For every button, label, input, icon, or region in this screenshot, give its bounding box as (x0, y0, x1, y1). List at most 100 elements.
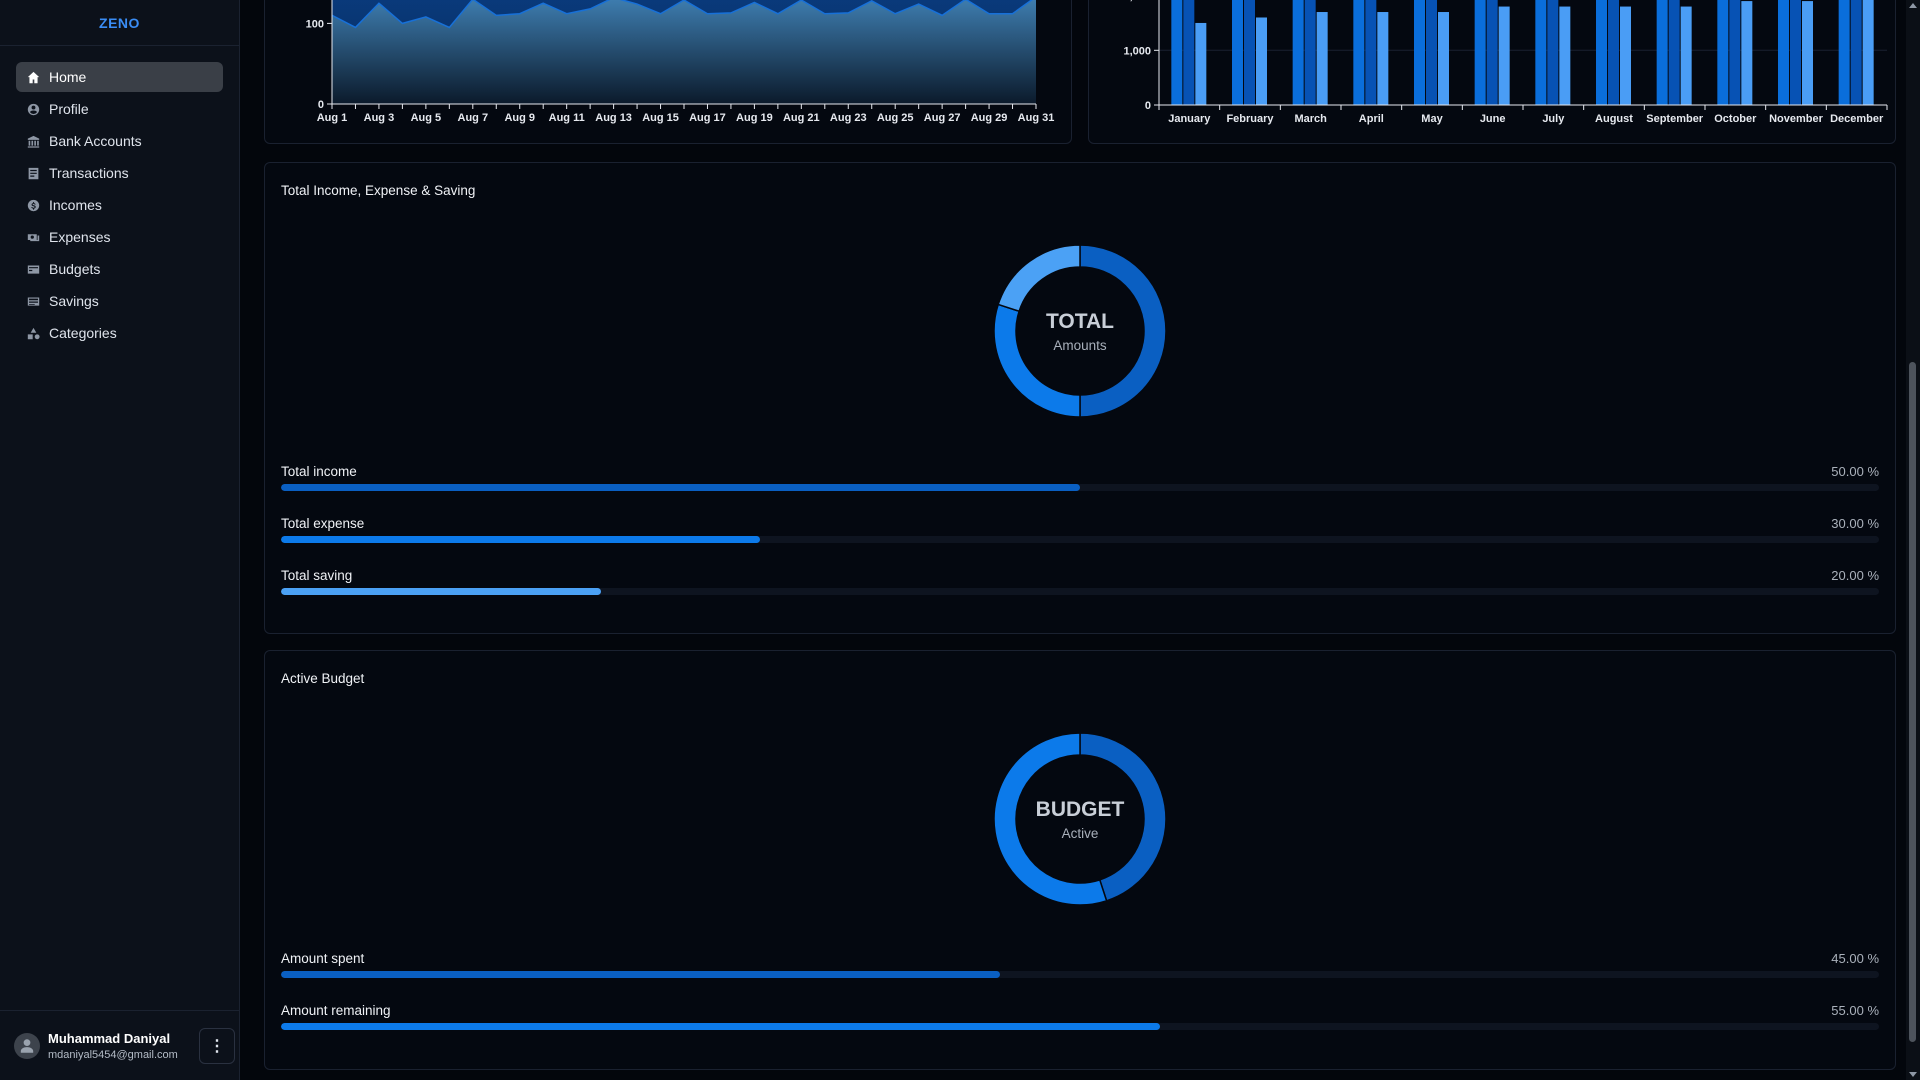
bar-march-s2 (1316, 12, 1328, 105)
sidebar-item-budgets[interactable]: Budgets (16, 254, 223, 284)
bar-may-s2 (1438, 12, 1449, 105)
bank-icon (25, 133, 41, 149)
sidebar-item-home[interactable]: Home (16, 62, 223, 92)
x-tick-label: Aug 21 (783, 112, 820, 124)
scroll-down-arrow-icon[interactable] (1909, 1072, 1917, 1077)
x-tick-label: Aug 5 (411, 112, 442, 124)
sidebar-nav: Home Profile Bank Accounts Transactions … (0, 46, 239, 348)
sidebar-item-profile[interactable]: Profile (16, 94, 223, 124)
y-tick-label: 2,000 (1123, 0, 1151, 3)
progress-track (281, 588, 1879, 595)
bar-january-s0 (1171, 0, 1183, 105)
progress-label: Total saving (281, 568, 353, 583)
bar-july-s2 (1559, 6, 1571, 106)
x-tick-label: September (1646, 113, 1704, 125)
sidebar-item-label: Incomes (49, 197, 102, 213)
sidebar: ZENO Home Profile Bank Accounts Transact… (0, 0, 240, 1080)
progress-fill (281, 536, 761, 543)
x-tick-label: July (1542, 113, 1565, 125)
x-tick-label: Aug 1 (317, 112, 348, 124)
progress-value: 50.00 % (1831, 464, 1879, 479)
progress-value: 55.00 % (1831, 1003, 1879, 1018)
page-scrollbar[interactable] (1906, 0, 1920, 1080)
bar-october-s1 (1729, 0, 1741, 105)
bar-june-s2 (1498, 6, 1510, 106)
donut-center-subtitle: Amounts (1053, 337, 1107, 353)
bar-june-s1 (1486, 0, 1498, 105)
x-tick-label: February (1226, 113, 1274, 125)
donut-center-title: BUDGET (1035, 797, 1125, 821)
user-profile-box: Muhammad Daniyal mdaniyal5454@gmail.com … (0, 1010, 240, 1080)
sidebar-item-transactions[interactable]: Transactions (16, 158, 223, 188)
sidebar-item-expenses[interactable]: Expenses (16, 222, 223, 252)
progress-label: Total income (281, 464, 357, 479)
bar-february-s2 (1256, 17, 1267, 106)
progress-amount-spent: Amount spent 45.00 % (281, 951, 1879, 991)
progress-track (281, 536, 1879, 543)
sidebar-item-label: Home (49, 69, 87, 85)
avatar[interactable] (14, 1032, 40, 1059)
savings-icon (25, 293, 41, 309)
x-tick-label: November (1769, 113, 1824, 125)
daily-area-chart-card: 0 100 Aug 1 Aug 3 Aug 5 Aug 7 Aug 9 Aug 11 Aug 1… (264, 0, 1072, 144)
progress-total-expense: Total expense 30.00 % (281, 516, 1879, 556)
x-tick-label: Aug 3 (364, 112, 395, 124)
progress-label: Amount spent (281, 951, 365, 966)
bar-april-s0 (1353, 0, 1365, 105)
sidebar-item-categories[interactable]: Categories (16, 318, 223, 348)
x-tick-label: Aug 9 (504, 112, 535, 124)
bar-november-s2 (1802, 1, 1813, 105)
progress-fill (281, 588, 601, 595)
sidebar-item-incomes[interactable]: Incomes (16, 190, 223, 220)
bar-august-s0 (1596, 0, 1607, 105)
x-tick-label: October (1714, 113, 1757, 125)
scroll-up-arrow-icon[interactable] (1909, 3, 1917, 8)
bar-june-s0 (1474, 0, 1486, 105)
x-tick-label: June (1480, 113, 1506, 125)
progress-value: 30.00 % (1831, 516, 1879, 531)
bar-may-s0 (1414, 0, 1425, 105)
x-tick-label: December (1830, 113, 1884, 125)
brand-logo[interactable]: ZENO (0, 0, 239, 46)
sidebar-item-label: Bank Accounts (49, 133, 142, 149)
x-tick-label: Aug 23 (830, 112, 867, 124)
bar-february-s0 (1232, 0, 1243, 105)
progress-label: Amount remaining (281, 1003, 391, 1018)
x-tick-label: Aug 17 (689, 112, 726, 124)
y-tick-label: 100 (306, 18, 324, 30)
sidebar-item-bank-accounts[interactable]: Bank Accounts (16, 126, 223, 156)
bar-april-s2 (1377, 12, 1389, 105)
bar-february-s1 (1244, 0, 1255, 105)
wallet-icon (25, 261, 41, 277)
x-tick-label: May (1421, 113, 1443, 125)
sidebar-item-label: Budgets (49, 261, 101, 277)
bar-march-s0 (1292, 0, 1304, 105)
progress-value: 20.00 % (1831, 568, 1879, 583)
progress-track (281, 1023, 1879, 1030)
bar-july-s0 (1535, 0, 1547, 105)
sidebar-item-label: Categories (49, 325, 117, 341)
monthly-bar-chart-card: 0 1,000 2,000 January February March April May J… (1088, 0, 1896, 144)
total-donut-chart: TOTAL Amounts (980, 231, 1180, 431)
card-title: Active Budget (281, 671, 365, 686)
sidebar-item-savings[interactable]: Savings (16, 286, 223, 316)
x-tick-label: March (1294, 113, 1327, 125)
user-info: Muhammad Daniyal mdaniyal5454@gmail.com (48, 1031, 199, 1061)
progress-amount-remaining: Amount remaining 55.00 % (281, 1003, 1879, 1043)
user-icon (20, 1038, 34, 1053)
progress-total-income: Total income 50.00 % (281, 464, 1879, 504)
x-tick-label: Aug 27 (924, 112, 961, 124)
x-tick-label: Aug 7 (458, 112, 489, 124)
bar-august-s2 (1620, 6, 1631, 106)
progress-track (281, 971, 1879, 978)
scroll-thumb[interactable] (1909, 362, 1916, 1042)
budget-donut-chart: BUDGET Active (980, 719, 1180, 919)
bar-january-s1 (1183, 0, 1195, 105)
bar-august-s1 (1608, 0, 1619, 105)
bar-september-s0 (1656, 0, 1668, 105)
x-tick-label: Aug 13 (595, 112, 632, 124)
dollar-icon (25, 197, 41, 213)
progress-fill (281, 484, 1080, 491)
more-vertical-icon[interactable]: ⋮ (199, 1027, 235, 1064)
user-name: Muhammad Daniyal (48, 1030, 171, 1046)
